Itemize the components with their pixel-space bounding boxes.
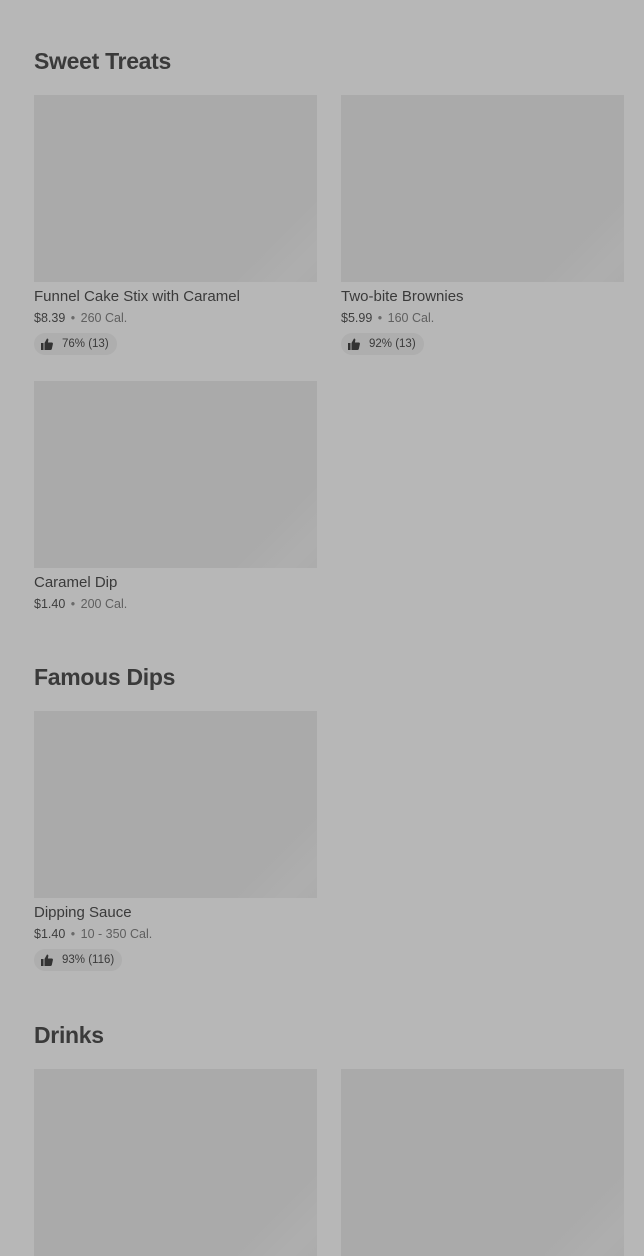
- item-image[interactable]: [341, 95, 624, 282]
- thumbs-up-icon: [41, 338, 53, 350]
- menu-item-card[interactable]: Dipping Sauce $1.40 • 10 - 350 Cal. 93% …: [34, 711, 317, 971]
- item-price: $1.40: [34, 927, 66, 941]
- thumbs-up-icon: [348, 338, 360, 350]
- item-price: $8.39: [34, 311, 66, 325]
- item-image[interactable]: [34, 1069, 317, 1256]
- section-title-drinks: Drinks: [34, 1022, 104, 1048]
- item-name: Two-bite Brownies: [341, 288, 464, 305]
- item-name: Dipping Sauce: [34, 904, 132, 921]
- menu-item-card[interactable]: Funnel Cake Stix with Caramel $8.39 • 26…: [34, 95, 317, 355]
- item-price: $5.99: [341, 311, 373, 325]
- menu-item-card[interactable]: [34, 1069, 317, 1256]
- meta-separator: •: [70, 927, 76, 941]
- menu-item-card[interactable]: [341, 1069, 624, 1256]
- menu-item-card[interactable]: Two-bite Brownies $5.99 • 160 Cal. 92% (…: [341, 95, 624, 355]
- item-image[interactable]: [34, 711, 317, 898]
- section-title-sweet-treats: Sweet Treats: [34, 48, 172, 74]
- item-meta: $1.40 • 200 Cal.: [34, 597, 317, 612]
- item-image[interactable]: [341, 1069, 624, 1256]
- rating-badge: 93% (116): [34, 949, 123, 971]
- item-image[interactable]: [34, 95, 317, 282]
- item-calories: 160 Cal.: [387, 311, 435, 325]
- item-meta: $1.40 • 10 - 350 Cal.: [34, 927, 317, 942]
- item-image[interactable]: [34, 381, 317, 568]
- item-calories: 10 - 350 Cal.: [80, 927, 153, 941]
- rating-text: 93% (116): [62, 954, 115, 966]
- section-title-famous-dips: Famous Dips: [34, 664, 176, 690]
- meta-separator: •: [70, 597, 76, 611]
- rating-text: 92% (13): [369, 338, 416, 350]
- item-price: $1.40: [34, 597, 66, 611]
- item-meta: $8.39 • 260 Cal.: [34, 311, 317, 326]
- rating-badge: 76% (13): [34, 333, 117, 355]
- thumbs-up-icon: [41, 954, 53, 966]
- meta-separator: •: [377, 311, 383, 325]
- item-name: Funnel Cake Stix with Caramel: [34, 288, 240, 305]
- menu-item-card[interactable]: Caramel Dip $1.40 • 200 Cal.: [34, 381, 317, 612]
- item-calories: 260 Cal.: [80, 311, 128, 325]
- meta-separator: •: [70, 311, 76, 325]
- item-calories: 200 Cal.: [80, 597, 128, 611]
- item-name: Caramel Dip: [34, 574, 118, 591]
- rating-text: 76% (13): [62, 338, 109, 350]
- rating-badge: 92% (13): [341, 333, 424, 355]
- item-meta: $5.99 • 160 Cal.: [341, 311, 624, 326]
